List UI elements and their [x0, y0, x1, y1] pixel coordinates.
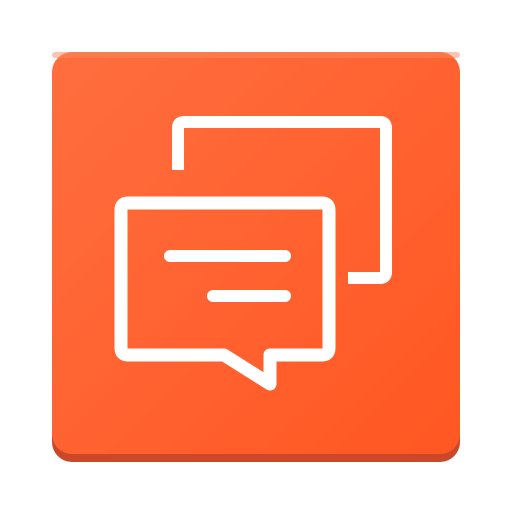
icon-canvas: [0, 0, 512, 512]
icon-top-highlight: [52, 52, 460, 58]
chat-app-icon[interactable]: [0, 0, 512, 512]
